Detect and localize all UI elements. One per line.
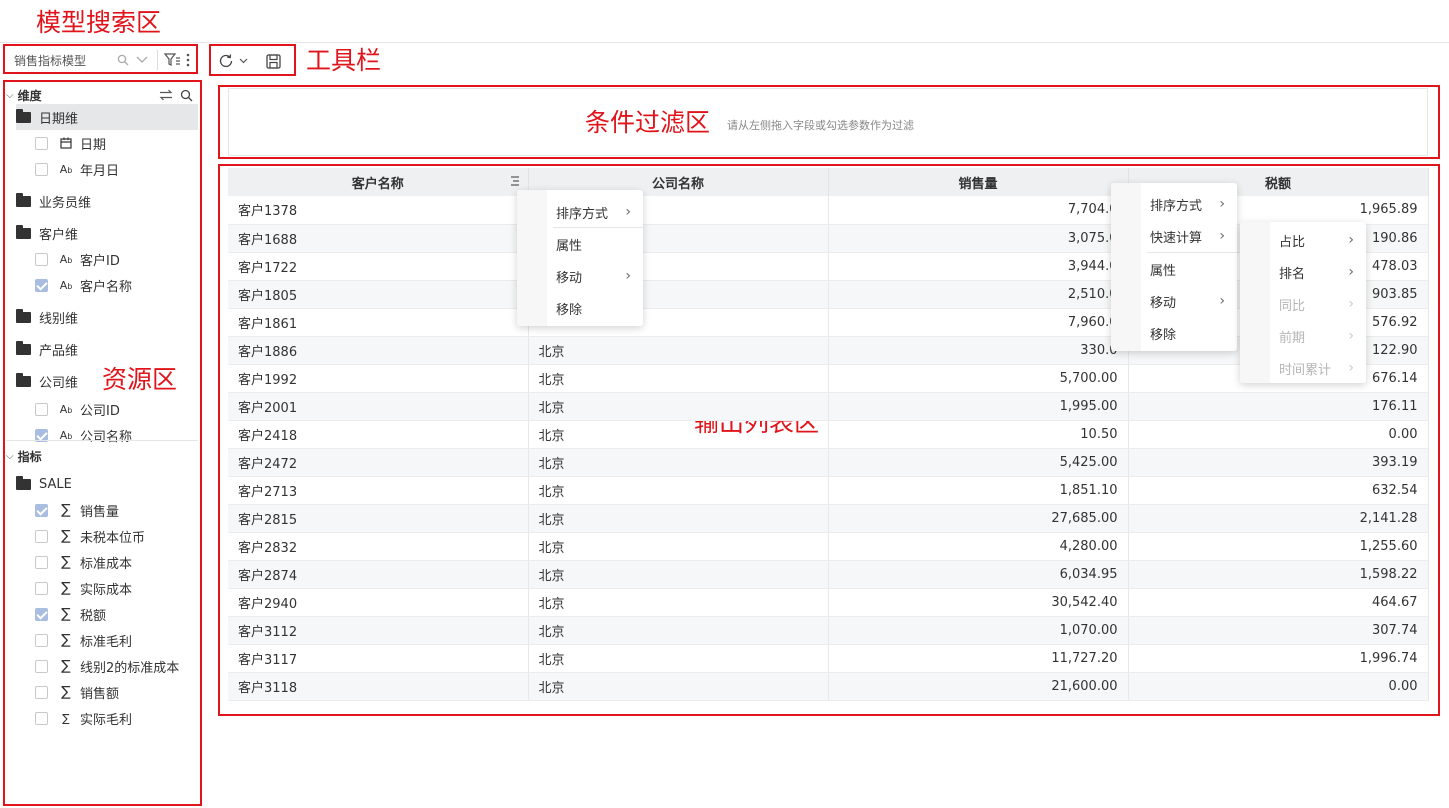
menu-item-label: 移动 xyxy=(556,270,583,286)
chevron-right-icon: › xyxy=(1219,293,1225,309)
menu-item-label: 排序方式 xyxy=(556,206,609,222)
menu-item-label: 属性 xyxy=(1150,263,1177,279)
menu-item-label: 属性 xyxy=(556,238,583,254)
chevron-right-icon: › xyxy=(1348,360,1354,376)
menu-item[interactable]: 属性 xyxy=(517,228,643,260)
chevron-right-icon: › xyxy=(625,268,631,284)
menu-item-label: 时间累计 xyxy=(1279,362,1332,378)
menu-item-label: 同比 xyxy=(1279,298,1306,314)
menu-item[interactable]: 占比 › xyxy=(1240,224,1366,256)
menu-item[interactable]: 排名 › xyxy=(1240,256,1366,288)
menu-item[interactable]: 移动 › xyxy=(1111,285,1237,317)
chevron-right-icon: › xyxy=(1219,228,1225,244)
measure-context-menu: 排序方式 › 快速计算 › 属性移动 › 移除 xyxy=(1111,183,1237,351)
annotation-model-search: 模型搜索区 xyxy=(36,8,162,37)
menu-item[interactable]: 排序方式 › xyxy=(1111,188,1237,220)
annotation-toolbar: 工具栏 xyxy=(306,46,382,75)
column-context-menu: 排序方式 › 属性移动 › 移除 xyxy=(517,190,643,326)
menu-item: 同比 › xyxy=(1240,288,1366,320)
menu-item-label: 排名 xyxy=(1279,266,1306,282)
menu-item[interactable]: 排序方式 › xyxy=(517,196,643,228)
top-divider xyxy=(0,42,1449,43)
menu-item[interactable]: 移除 xyxy=(517,292,643,324)
model-search-frame xyxy=(3,44,198,74)
menu-separator xyxy=(553,227,643,228)
menu-item-label: 前期 xyxy=(1279,330,1306,346)
menu-item-label: 排序方式 xyxy=(1150,198,1203,214)
menu-item[interactable]: 移除 xyxy=(1111,317,1237,349)
menu-item-label: 移除 xyxy=(556,302,583,318)
menu-item-label: 移动 xyxy=(1150,295,1177,311)
menu-item[interactable]: 快速计算 › xyxy=(1111,220,1237,252)
chevron-right-icon: › xyxy=(1348,328,1354,344)
menu-item-label: 占比 xyxy=(1279,234,1306,250)
menu-item[interactable]: 移动 › xyxy=(517,260,643,292)
chevron-right-icon: › xyxy=(625,204,631,220)
menu-item: 时间累计 › xyxy=(1240,352,1366,384)
chevron-right-icon: › xyxy=(1348,232,1354,248)
chevron-right-icon: › xyxy=(1348,296,1354,312)
menu-item[interactable]: 属性 xyxy=(1111,253,1237,285)
menu-item-label: 快速计算 xyxy=(1150,230,1203,246)
filter-frame xyxy=(218,85,1440,159)
chevron-right-icon: › xyxy=(1348,264,1354,280)
menu-separator xyxy=(1147,252,1237,253)
resource-frame xyxy=(3,80,202,806)
toolbar-frame xyxy=(209,44,296,76)
quick-calc-submenu: 占比 › 排名 › 同比 › 前期 › 时间累计 › xyxy=(1240,222,1366,383)
menu-item: 前期 › xyxy=(1240,320,1366,352)
menu-item-label: 移除 xyxy=(1150,327,1177,343)
chevron-right-icon: › xyxy=(1219,196,1225,212)
